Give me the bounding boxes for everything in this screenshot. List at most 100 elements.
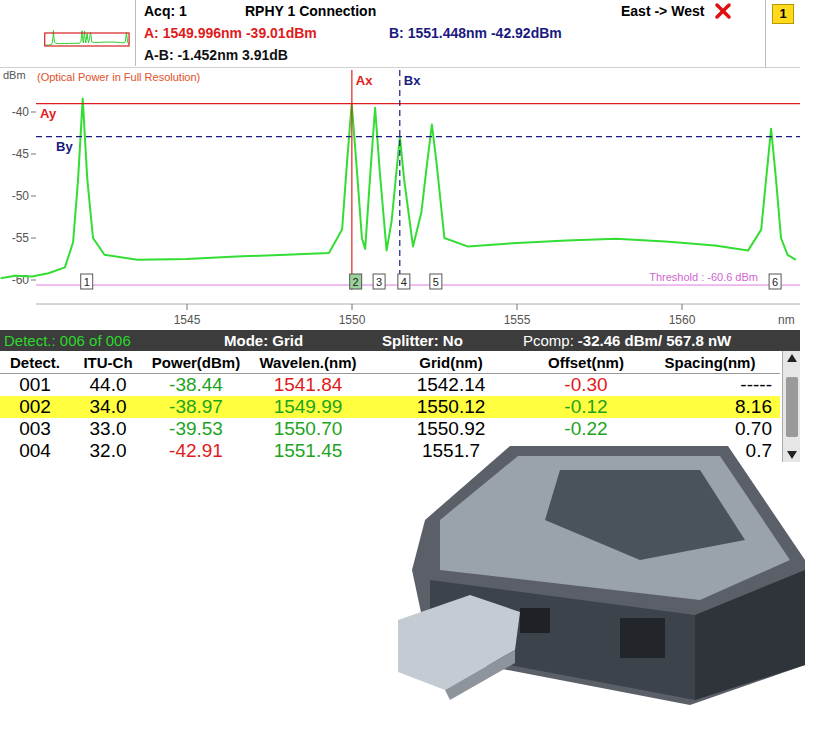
y-unit: dBm <box>3 69 26 81</box>
scrollbar[interactable] <box>782 351 800 462</box>
column-header[interactable]: Grid(nm) <box>370 354 532 371</box>
peak-label: 6 <box>772 276 778 288</box>
y-tick-label: -55 <box>12 231 30 245</box>
readouts: Acq: 1RPHY 1 ConnectionEast -> WestA: 15… <box>136 0 765 67</box>
x-tick-mark <box>187 304 188 310</box>
pcomp-value: -32.46 dBm/ 567.8 nW <box>578 332 731 349</box>
y-tick: -40 <box>12 105 36 119</box>
splitter: Splitter: No <box>382 332 523 349</box>
x-tick-mark <box>517 304 518 310</box>
page-badge[interactable]: 1 <box>772 4 794 24</box>
offset-cell: -0.22 <box>532 418 640 440</box>
y-tick: -50 <box>12 189 36 203</box>
table-header: Detect.ITU-ChPower(dBm)Wavelen.(nm)Grid(… <box>0 351 780 374</box>
spacing-cell: ----- <box>640 374 780 396</box>
itu-channel-cell: 33.0 <box>70 418 146 440</box>
y-tick-label: -45 <box>12 147 30 161</box>
column-header[interactable]: Wavelen.(nm) <box>246 354 370 371</box>
grid-cell: 1550.92 <box>370 418 532 440</box>
wavelength-cell: 1541.84 <box>246 374 370 396</box>
x-tick-label: 1545 <box>174 313 201 327</box>
column-header[interactable]: Offset(nm) <box>532 354 640 371</box>
peak-label: 3 <box>376 276 382 288</box>
offset-cell: -0.30 <box>532 374 640 396</box>
x-axis <box>36 304 800 305</box>
table-row[interactable]: 00144.0-38.441541.841542.14-0.30----- <box>0 374 780 396</box>
scroll-thumb[interactable] <box>786 377 798 437</box>
acquisition: Acq: 1 <box>144 3 245 19</box>
y-tick-mark <box>31 280 36 281</box>
column-header[interactable]: ITU-Ch <box>70 354 146 371</box>
peak-label: 5 <box>433 276 439 288</box>
header: Acq: 1RPHY 1 ConnectionEast -> WestA: 15… <box>0 0 800 68</box>
table-row[interactable]: 00333.0-39.531550.701550.92-0.220.70 <box>0 418 780 440</box>
x-tick: 1545 <box>174 304 201 327</box>
scroll-up-icon[interactable] <box>784 351 800 365</box>
column-header[interactable]: Detect. <box>0 354 70 371</box>
peak-marker[interactable]: 3 <box>373 274 385 289</box>
pcomp-label: Pcomp: <box>523 332 574 349</box>
y-tick-label: -50 <box>12 189 30 203</box>
direction: East -> West <box>621 3 704 19</box>
peak-marker[interactable]: 6 <box>769 274 781 289</box>
peak-label: 2 <box>353 276 359 288</box>
detect-cell: 001 <box>0 374 70 396</box>
peak-label: 4 <box>401 276 407 288</box>
y-tick: -45 <box>12 147 36 161</box>
marker-bx-line[interactable] <box>399 70 400 290</box>
chart-subtitle: (Optical Power in Full Resolution) <box>37 71 200 83</box>
power-cell: -38.44 <box>146 374 246 396</box>
y-tick: -55 <box>12 231 36 245</box>
y-tick-mark <box>31 154 36 155</box>
marker-ay-label: Ay <box>40 106 57 121</box>
column-header[interactable]: Power(dBm) <box>146 354 246 371</box>
marker-by-line[interactable] <box>36 136 800 137</box>
x-unit: nm <box>778 313 795 327</box>
device-photo <box>395 418 815 745</box>
connection-title: RPHY 1 Connection <box>245 3 621 19</box>
itu-channel-cell: 34.0 <box>70 396 146 418</box>
power-cell: -42.91 <box>146 440 246 462</box>
analyzer-screen: Acq: 1RPHY 1 ConnectionEast -> WestA: 15… <box>0 0 800 474</box>
column-header[interactable]: Spacing(nm) <box>640 354 780 371</box>
detect-count: Detect.: 006 of 006 <box>0 332 224 349</box>
marker-bx-label: Bx <box>404 73 421 88</box>
peak-box <box>398 274 410 289</box>
marker-ax-label: Ax <box>356 73 373 88</box>
mode: Mode: Grid <box>224 332 382 349</box>
spectrum-trace <box>1 99 796 279</box>
marker-by-label: By <box>56 139 73 154</box>
peak-marker[interactable]: 1 <box>81 274 93 289</box>
status-bar: Detect.: 006 of 006Mode: GridSplitter: N… <box>0 330 800 351</box>
spectrum-overview[interactable] <box>0 0 136 66</box>
peak-marker[interactable]: 4 <box>398 274 410 289</box>
threshold-label: Threshold : -60.6 dBm <box>649 271 758 283</box>
delta-readout: A-B: -1.452nm 3.91dB <box>144 44 765 66</box>
zoom-window[interactable] <box>45 33 129 46</box>
page: Acq: 1RPHY 1 ConnectionEast -> WestA: 15… <box>0 0 835 745</box>
peak-marker[interactable]: 5 <box>430 274 442 289</box>
detect-cell: 004 <box>0 440 70 462</box>
wavelength-cell: 1549.99 <box>246 396 370 418</box>
peak-box <box>430 274 442 289</box>
scroll-down-icon[interactable] <box>784 448 800 462</box>
y-tick-mark <box>31 238 36 239</box>
y-tick-label: -40 <box>12 105 30 119</box>
power-cell: -39.53 <box>146 418 246 440</box>
marker-ax-line[interactable] <box>351 70 352 290</box>
x-tick-mark <box>352 304 353 310</box>
y-tick-mark <box>31 112 36 113</box>
threshold-line <box>36 285 800 286</box>
pcomp: Pcomp:-32.46 dBm/ 567.8 nW <box>523 332 731 349</box>
x-tick-mark <box>682 304 683 310</box>
peak-label: 1 <box>84 276 90 288</box>
power-cell: -38.97 <box>146 396 246 418</box>
marker-ay-line[interactable] <box>36 103 800 104</box>
y-tick-mark <box>31 196 36 197</box>
fail-icon <box>714 2 732 20</box>
table-row[interactable]: 00234.0-38.971549.991550.12-0.128.16 <box>0 396 780 418</box>
spectrum-chart[interactable]: dBm (Optical Power in Full Resolution) -40… <box>0 68 800 330</box>
peak-box <box>769 274 781 289</box>
grid-cell: 1542.14 <box>370 374 532 396</box>
peak-marker[interactable]: 2 <box>350 274 362 289</box>
